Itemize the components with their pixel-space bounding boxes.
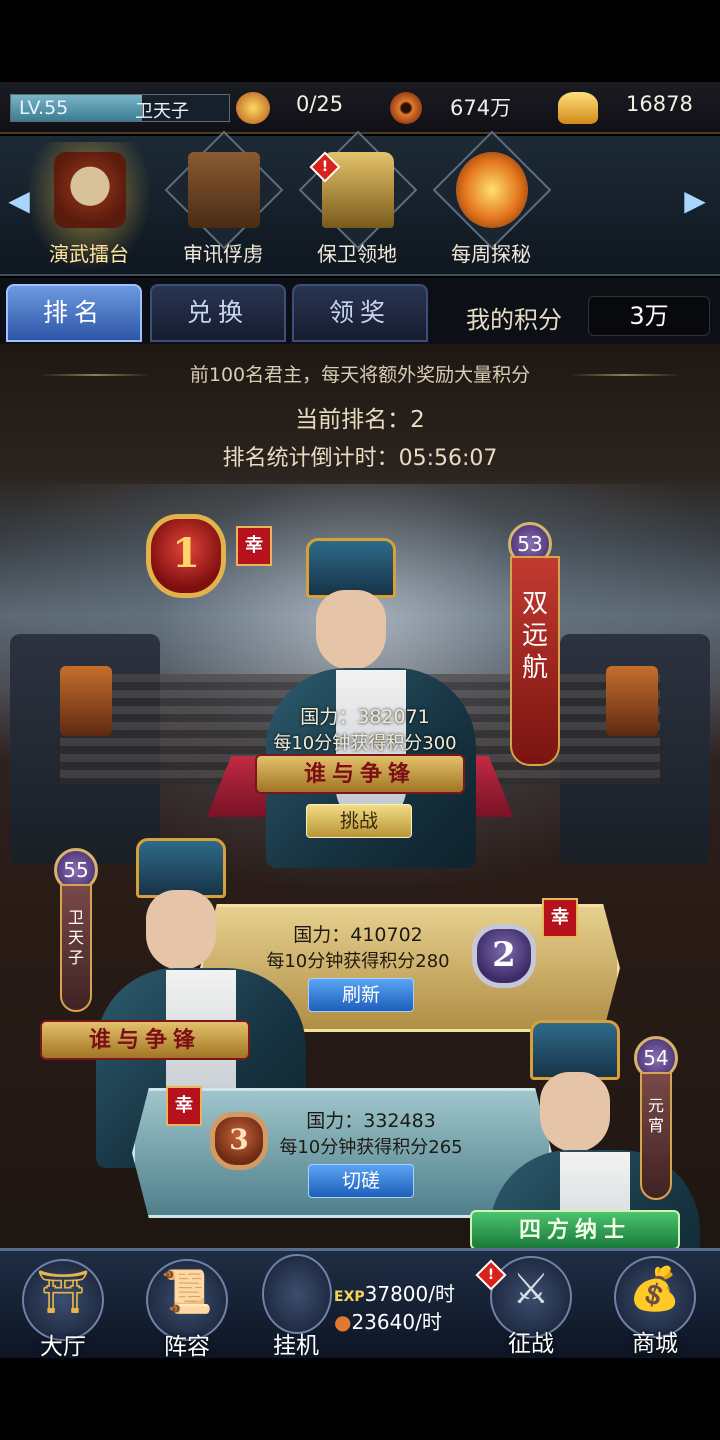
stamina-count: 0/25 — [296, 92, 344, 116]
rank-1-name-banner: 双远航 — [510, 556, 560, 766]
activity-label: 演武擂台 — [49, 242, 129, 266]
player-level: LV.55 — [19, 97, 69, 119]
activity-label: 保卫领地 — [317, 242, 397, 266]
rank-3-title: 四方纳士 — [470, 1210, 680, 1248]
rank-1-info: 国力：382071 每10分钟获得积分300 — [240, 702, 490, 755]
rank-3-name-banner: 元宵 — [640, 1072, 672, 1200]
rank-3-power: 国力：332483 — [306, 1110, 436, 1132]
luck-badge: 幸 — [542, 898, 578, 938]
rank-2-power: 国力：410702 — [293, 924, 423, 946]
rank-1-medal-icon: 1 — [146, 514, 226, 598]
nav-hall[interactable]: ⛩ 大厅 — [8, 1255, 118, 1360]
stamina-icon — [236, 92, 270, 124]
rank-2-info: 国力：410702 每10分钟获得积分280 — [236, 920, 480, 973]
current-rank-value: 2 — [410, 407, 425, 433]
gold-count: 16878 — [626, 92, 693, 116]
my-score-value: 3万 — [588, 296, 710, 336]
tab-bar: 排名 兑换 领奖 我的积分 3万 — [0, 278, 720, 344]
current-rank: 当前排名：2 — [0, 400, 720, 434]
gold-ingot-icon — [558, 92, 598, 124]
activity-strip: ◀ 演武擂台 审讯俘虏 ! 保卫领地 每周探秘 ▶ — [0, 130, 720, 276]
refresh-button[interactable]: 刷新 — [308, 978, 414, 1012]
treasure-icon — [456, 152, 528, 228]
luck-badge: 幸 — [166, 1086, 202, 1126]
rank-2-title: 谁与争锋 — [40, 1020, 250, 1060]
tab-exchange[interactable]: 兑换 — [150, 284, 286, 342]
activity-interrogate[interactable]: 审讯俘虏 — [160, 130, 286, 272]
rank-2-name-banner: 卫天子 — [60, 884, 92, 1012]
rank-3-gain: 每10分钟获得积分265 — [279, 1137, 463, 1158]
activity-label: 每周探秘 — [451, 242, 531, 266]
rank-1-gain: 每10分钟获得积分300 — [273, 733, 457, 754]
scroll-right-icon[interactable]: ▶ — [680, 184, 710, 224]
hourglass-icon — [262, 1254, 332, 1334]
rank-1-title: 谁与争锋 — [255, 754, 465, 794]
notice-text: 前100名君主，每天将额外奖励大量积分 — [189, 364, 531, 386]
activity-arena[interactable]: 演武擂台 — [26, 142, 152, 272]
tab-ranking[interactable]: 排名 — [6, 284, 142, 342]
level-exp-bar: LV.55 卫天子 — [10, 94, 230, 122]
nav-hall-label: 大厅 — [40, 1334, 86, 1360]
current-rank-label: 当前排名： — [295, 407, 411, 433]
my-score-label: 我的积分 — [466, 306, 562, 334]
rank-2-medal-icon: 2 — [472, 924, 536, 988]
exp-tag: EXP — [334, 1289, 365, 1305]
copper-coin-icon: ● — [334, 1310, 352, 1334]
rank-3-medal-icon: 3 — [210, 1112, 268, 1170]
top-letterbox — [0, 0, 720, 82]
nav-battle-label: 征战 — [508, 1331, 554, 1357]
activity-explore[interactable]: 每周探秘 — [428, 130, 554, 272]
rank-1-power: 国力：382071 — [300, 706, 430, 728]
copper-count: 674万 — [450, 96, 512, 120]
nav-lineup[interactable]: 📜 阵容 — [132, 1255, 242, 1360]
lantern-icon — [606, 666, 658, 736]
nav-lineup-label: 阵容 — [164, 1334, 210, 1360]
nav-shop-label: 商城 — [632, 1331, 678, 1357]
nav-idle-label: 挂机 — [273, 1333, 319, 1359]
drum-icon — [54, 152, 126, 228]
lantern-icon — [60, 666, 112, 736]
rank-3-info: 国力：332483 每10分钟获得积分265 — [266, 1106, 476, 1159]
palace-icon: ⛩ — [36, 1267, 90, 1316]
scroll-icon: 📜 — [160, 1267, 214, 1316]
tab-claim-reward[interactable]: 领奖 — [292, 284, 428, 342]
countdown-label: 排名统计倒计时： — [222, 446, 399, 471]
arena-panel: 前100名君主，每天将额外奖励大量积分 当前排名：2 排名统计倒计时：05:56… — [0, 344, 720, 1248]
countdown-value: 05:56:07 — [398, 446, 498, 471]
copper-coin-icon — [390, 92, 422, 124]
treasure-chest-icon: 💰 — [628, 1264, 682, 1313]
player-name[interactable]: 卫天子 — [135, 97, 189, 123]
activity-defend[interactable]: ! 保卫领地 — [294, 130, 420, 272]
bottom-letterbox — [0, 1358, 720, 1440]
nav-shop[interactable]: 💰 商城 — [600, 1252, 710, 1357]
rank-countdown: 排名统计倒计时：05:56:07 — [0, 440, 720, 472]
status-bar: LV.55 卫天子 0/25 674万 16878 — [0, 82, 720, 134]
rank-2-gain: 每10分钟获得积分280 — [266, 951, 450, 972]
nav-idle[interactable]: 挂机 EXP37800/时 ●23640/时 — [258, 1252, 468, 1359]
nav-battle[interactable]: ⚔ ! 征战 — [475, 1252, 586, 1357]
activity-label: 审讯俘虏 — [183, 242, 263, 266]
idle-copper-rate: ●23640/时 — [334, 1310, 442, 1334]
challenge-button[interactable]: 挑战 — [306, 804, 412, 838]
idle-exp-rate: EXP37800/时 — [334, 1282, 455, 1306]
spar-button[interactable]: 切磋 — [308, 1164, 414, 1198]
shackles-icon — [188, 152, 260, 228]
